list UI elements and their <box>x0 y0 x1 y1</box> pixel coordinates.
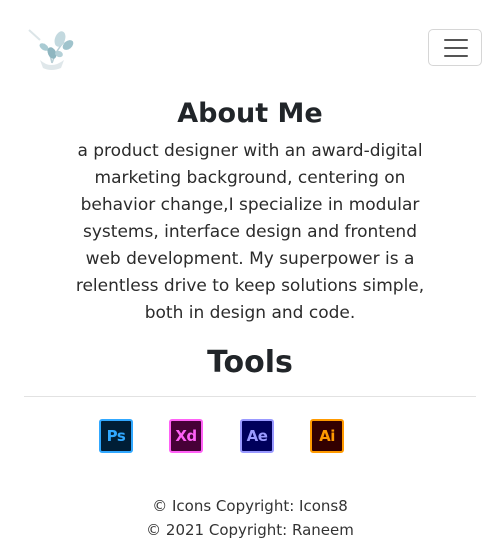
menu-toggle-button[interactable] <box>428 29 482 66</box>
tools-title: Tools <box>207 345 293 380</box>
after-effects-icon: Ae <box>240 419 274 453</box>
plant-leaf-logo-icon[interactable] <box>24 26 78 74</box>
copyright: © 2021 Copyright: Raneem <box>146 521 354 539</box>
hamburger-menu-icon-bar <box>444 55 468 57</box>
about-text: a product designer with an award-digital… <box>75 141 425 323</box>
hamburger-menu-icon <box>444 39 468 41</box>
about-title: About Me <box>177 98 323 129</box>
page: About Me a product designer with an awar… <box>0 0 500 557</box>
icons-copyright: © Icons Copyright: Icons8 <box>152 497 348 515</box>
adobe-xd-icon: Xd <box>169 419 203 453</box>
photoshop-icon: Ps <box>99 419 133 453</box>
navbar <box>0 0 500 96</box>
illustrator-icon: Ai <box>310 419 344 453</box>
hamburger-menu-icon-bar <box>444 47 468 49</box>
divider <box>24 396 476 397</box>
